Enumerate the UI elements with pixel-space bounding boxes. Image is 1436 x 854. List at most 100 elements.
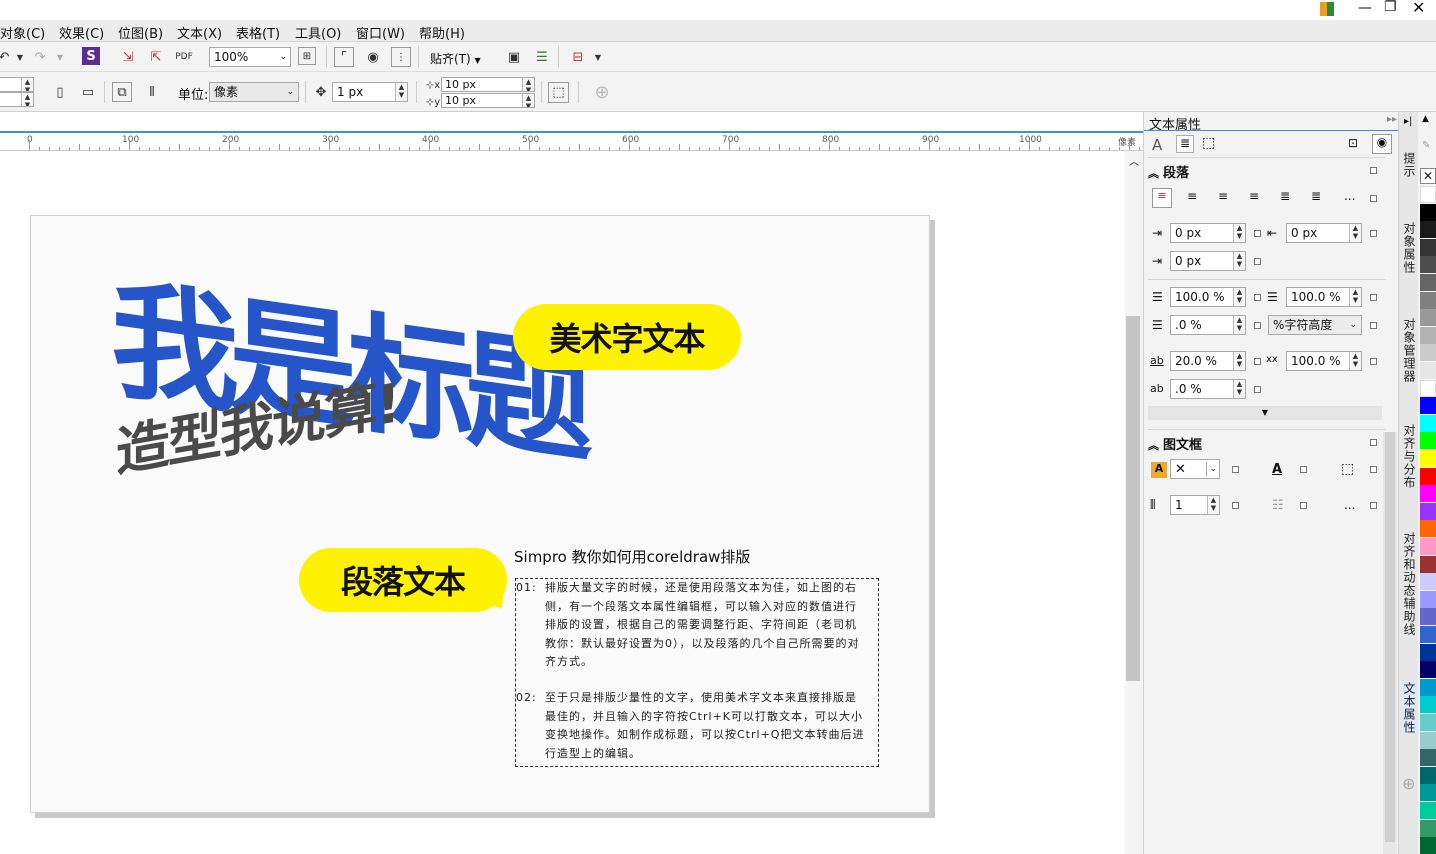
color-swatch[interactable] bbox=[1420, 714, 1436, 731]
color-swatch[interactable] bbox=[1420, 819, 1436, 837]
spin-icon[interactable]: ▲ ▼ bbox=[1349, 288, 1361, 306]
menu-effects[interactable]: 效果(C) bbox=[59, 23, 104, 42]
paragraph-icon[interactable]: ≣ bbox=[1176, 135, 1194, 153]
spin-icon[interactable]: ▲ ▼ bbox=[1233, 352, 1245, 370]
paragraph-heading[interactable]: Simpro 教你如何用coreldraw排版 bbox=[514, 546, 750, 567]
color-swatch[interactable] bbox=[1420, 784, 1436, 802]
all-pages-icon[interactable]: ⧉ bbox=[112, 82, 132, 102]
color-swatch[interactable] bbox=[1420, 379, 1436, 397]
lock-box[interactable] bbox=[1370, 322, 1377, 329]
add-icon[interactable]: ⊕ bbox=[592, 82, 612, 103]
launcher-icon[interactable]: S bbox=[82, 47, 100, 65]
tab-object-manager[interactable]: 对象管理器 bbox=[1401, 318, 1418, 383]
preview-icon[interactable]: ◉ bbox=[1372, 134, 1392, 154]
color-swatch[interactable] bbox=[1420, 450, 1436, 467]
page-width-field[interactable]: ▲ ▼ bbox=[0, 77, 34, 92]
spin-icon[interactable]: ▲ ▼ bbox=[1349, 352, 1361, 370]
paragraph-section-header[interactable]: ︽ 段落 bbox=[1148, 162, 1386, 184]
dropdown-arrow-icon[interactable]: ▼ bbox=[588, 47, 608, 67]
right-indent-field[interactable]: 0 px ▲ ▼ bbox=[1286, 223, 1362, 243]
lock-box[interactable] bbox=[1370, 439, 1377, 446]
space-after-field[interactable]: 100.0 % ▲ ▼ bbox=[1286, 287, 1362, 307]
color-swatch[interactable] bbox=[1420, 520, 1436, 538]
dropdown-arrow-icon[interactable]: ▼ bbox=[50, 47, 70, 67]
add-tab-icon[interactable]: ⊕ bbox=[1402, 774, 1415, 793]
lock-box[interactable] bbox=[1370, 294, 1377, 301]
color-swatch[interactable] bbox=[1420, 678, 1436, 696]
color-swatch[interactable] bbox=[1420, 291, 1436, 309]
align-right-icon[interactable]: ≡ bbox=[1249, 189, 1259, 203]
export-icon[interactable]: ⇱ bbox=[146, 47, 166, 67]
scroll-thumb[interactable] bbox=[1126, 316, 1140, 681]
pen-icon[interactable]: ✎ bbox=[1422, 140, 1430, 151]
tab-alignment-guides[interactable]: 对齐和动态辅助线 bbox=[1401, 532, 1418, 636]
minimize-icon[interactable]: — bbox=[1358, 0, 1372, 16]
spin-icon[interactable]: ▲ ▼ bbox=[1349, 224, 1361, 242]
lock-box[interactable] bbox=[1254, 386, 1261, 393]
spin-icon[interactable]: ▲ ▼ bbox=[1233, 380, 1245, 398]
lock-box[interactable] bbox=[1254, 294, 1261, 301]
lock-box[interactable] bbox=[1254, 322, 1261, 329]
color-swatch[interactable] bbox=[1420, 326, 1436, 344]
spin-icon[interactable]: ▲ ▼ bbox=[21, 78, 33, 91]
lock-box[interactable] bbox=[1254, 358, 1261, 365]
panel-options-icon[interactable]: ⊡ bbox=[1348, 136, 1358, 150]
dropdown-arrow-icon[interactable]: ▼ bbox=[10, 47, 30, 67]
menu-bitmap[interactable]: 位图(B) bbox=[118, 23, 163, 42]
lock-box[interactable] bbox=[1300, 466, 1307, 473]
duplicate-x-field[interactable]: 10 px ▲ ▼ bbox=[441, 77, 535, 92]
vertical-scrollbar[interactable]: ︿ bbox=[1125, 151, 1143, 854]
spin-icon[interactable]: ▲ ▼ bbox=[522, 94, 534, 107]
rulers-icon[interactable]: ⌜ bbox=[334, 47, 354, 67]
spin-icon[interactable]: ▲ ▼ bbox=[1233, 224, 1245, 242]
import-icon[interactable]: ⇲ bbox=[118, 47, 138, 67]
color-swatch[interactable] bbox=[1420, 731, 1436, 749]
color-swatch[interactable] bbox=[1420, 502, 1436, 520]
page-height-field[interactable]: ▲ ▼ bbox=[0, 92, 34, 107]
color-swatch[interactable] bbox=[1420, 344, 1436, 362]
fit-frame-icon[interactable]: ⬚ bbox=[1341, 461, 1354, 477]
line-spacing-field[interactable]: .0 % ▲ ▼ bbox=[1170, 315, 1246, 335]
docker-scrollbar[interactable] bbox=[1383, 432, 1397, 854]
color-swatch[interactable] bbox=[1420, 256, 1436, 274]
lock-box[interactable] bbox=[1254, 230, 1261, 237]
color-swatch[interactable] bbox=[1420, 802, 1436, 819]
color-swatch[interactable] bbox=[1420, 555, 1436, 573]
lock-box[interactable] bbox=[1370, 358, 1377, 365]
justify-full-icon[interactable]: ≣ bbox=[1280, 189, 1290, 203]
background-color-select[interactable]: ✕ ⌄ bbox=[1170, 459, 1220, 479]
force-justify-icon[interactable]: ≣ bbox=[1311, 189, 1321, 203]
snap-to-dropdown[interactable]: 贴齐(T) ▼ bbox=[430, 50, 481, 67]
color-swatch[interactable] bbox=[1420, 362, 1436, 379]
publish-pdf-icon[interactable]: PDF bbox=[174, 47, 194, 67]
expand-bar[interactable]: ▼ bbox=[1148, 406, 1382, 420]
view-grid-icon[interactable]: ◉ bbox=[363, 47, 383, 67]
left-indent-field[interactable]: 0 px ▲ ▼ bbox=[1170, 251, 1246, 271]
color-swatch[interactable] bbox=[1420, 414, 1436, 432]
options-icon[interactable]: ☰ bbox=[532, 47, 552, 67]
color-swatch[interactable] bbox=[1420, 749, 1436, 767]
color-swatch[interactable] bbox=[1420, 274, 1436, 291]
chevron-up-icon[interactable]: ︿ bbox=[1129, 153, 1139, 168]
spin-icon[interactable]: ▲ ▼ bbox=[522, 78, 534, 91]
close-icon[interactable]: ✕ bbox=[1412, 0, 1425, 17]
color-swatch[interactable] bbox=[1420, 837, 1436, 854]
more-options[interactable]: ... bbox=[1344, 498, 1355, 512]
portrait-icon[interactable]: ▯ bbox=[50, 82, 70, 102]
columns-field[interactable]: 1 ▲ ▼ bbox=[1170, 495, 1220, 515]
spin-icon[interactable]: ▲ ▼ bbox=[21, 93, 33, 106]
color-swatch[interactable] bbox=[1420, 608, 1436, 626]
unit-select[interactable]: 像素 ⌄ bbox=[209, 82, 299, 102]
space-before-field[interactable]: 100.0 % ▲ ▼ bbox=[1170, 287, 1246, 307]
current-page-icon[interactable]: ⫴ bbox=[142, 82, 162, 102]
menu-table[interactable]: 表格(T) bbox=[236, 23, 280, 42]
menu-object[interactable]: 对象(C) bbox=[0, 23, 45, 42]
color-swatch[interactable] bbox=[1420, 661, 1436, 679]
word-spacing-field[interactable]: 100.0 % ▲ ▼ bbox=[1286, 351, 1362, 371]
color-swatch[interactable] bbox=[1420, 590, 1436, 608]
menu-text[interactable]: 文本(X) bbox=[177, 23, 222, 42]
presentation-icon[interactable]: ⊟ bbox=[568, 47, 588, 67]
first-line-indent-field[interactable]: 0 px ▲ ▼ bbox=[1170, 223, 1246, 243]
zoom-level-select[interactable]: 100% ⌄ bbox=[209, 47, 291, 67]
duplicate-y-field[interactable]: 10 px ▲ ▼ bbox=[441, 93, 535, 108]
